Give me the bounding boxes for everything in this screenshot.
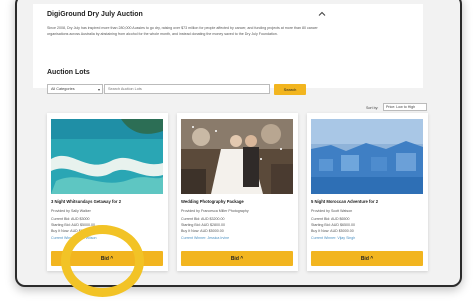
search-input[interactable] [104,84,270,94]
lot-provider: Provided by Sally Walker [51,209,91,213]
bid-button[interactable]: Bid ^ [181,251,293,266]
lot-current-bid: Current Bid: AUD $3200.00 [181,217,225,221]
auction-lot-card[interactable]: 5 Night Moroccan Adventure for 2 Provide… [307,113,428,271]
lot-title: 5 Night Moroccan Adventure for 2 [311,199,379,204]
lot-provider: Provided by Scott Watson [311,209,353,213]
lot-current-bid: Current Bid: AUD $3000 [51,217,90,221]
lot-provider: Provided by Francesca Miller Photography [181,209,249,213]
lot-current-winner[interactable]: Current Winner: Vijay Singh [311,236,355,240]
sort-label: Sort by: [366,106,379,110]
lot-title: 3 Night Whitsundays Getaway for 2 [51,199,122,204]
section-title: Auction Lots [47,69,90,76]
sort-select[interactable]: Price: Low to High [383,103,427,111]
lot-buy-now: Buy It Now: AUD $5000.00 [311,229,354,233]
search-button[interactable]: Search [274,84,306,95]
highlight-circle [61,225,144,297]
lot-title: Wedding Photography Package [181,199,244,204]
lot-buy-now: Buy It Now: AUD $5000.00 [181,229,224,233]
lot-image [51,119,163,194]
lot-starting-bid: Starting Bid: AUD $6500.00 [311,223,355,227]
lot-current-bid: Current Bid: AUD $6500 [311,217,350,221]
auction-description: Since 2008, Dry July has inspired more t… [47,26,318,36]
category-select[interactable]: All Categories ▾ [47,84,103,94]
chevron-up-icon[interactable] [318,10,326,18]
page-title: DigiGround Dry July Auction [47,11,143,18]
bid-button[interactable]: Bid ^ [311,251,423,266]
auction-lot-card[interactable]: Wedding Photography Package Provided by … [177,113,298,271]
category-select-value: All Categories [51,87,75,91]
chevron-down-icon: ▾ [97,87,100,92]
lot-image [311,119,423,194]
lot-starting-bid: Starting Bid: AUD $2800.00 [181,223,225,227]
lot-current-winner[interactable]: Current Winner: Jessica Irvine [181,236,229,240]
lot-image [181,119,293,194]
